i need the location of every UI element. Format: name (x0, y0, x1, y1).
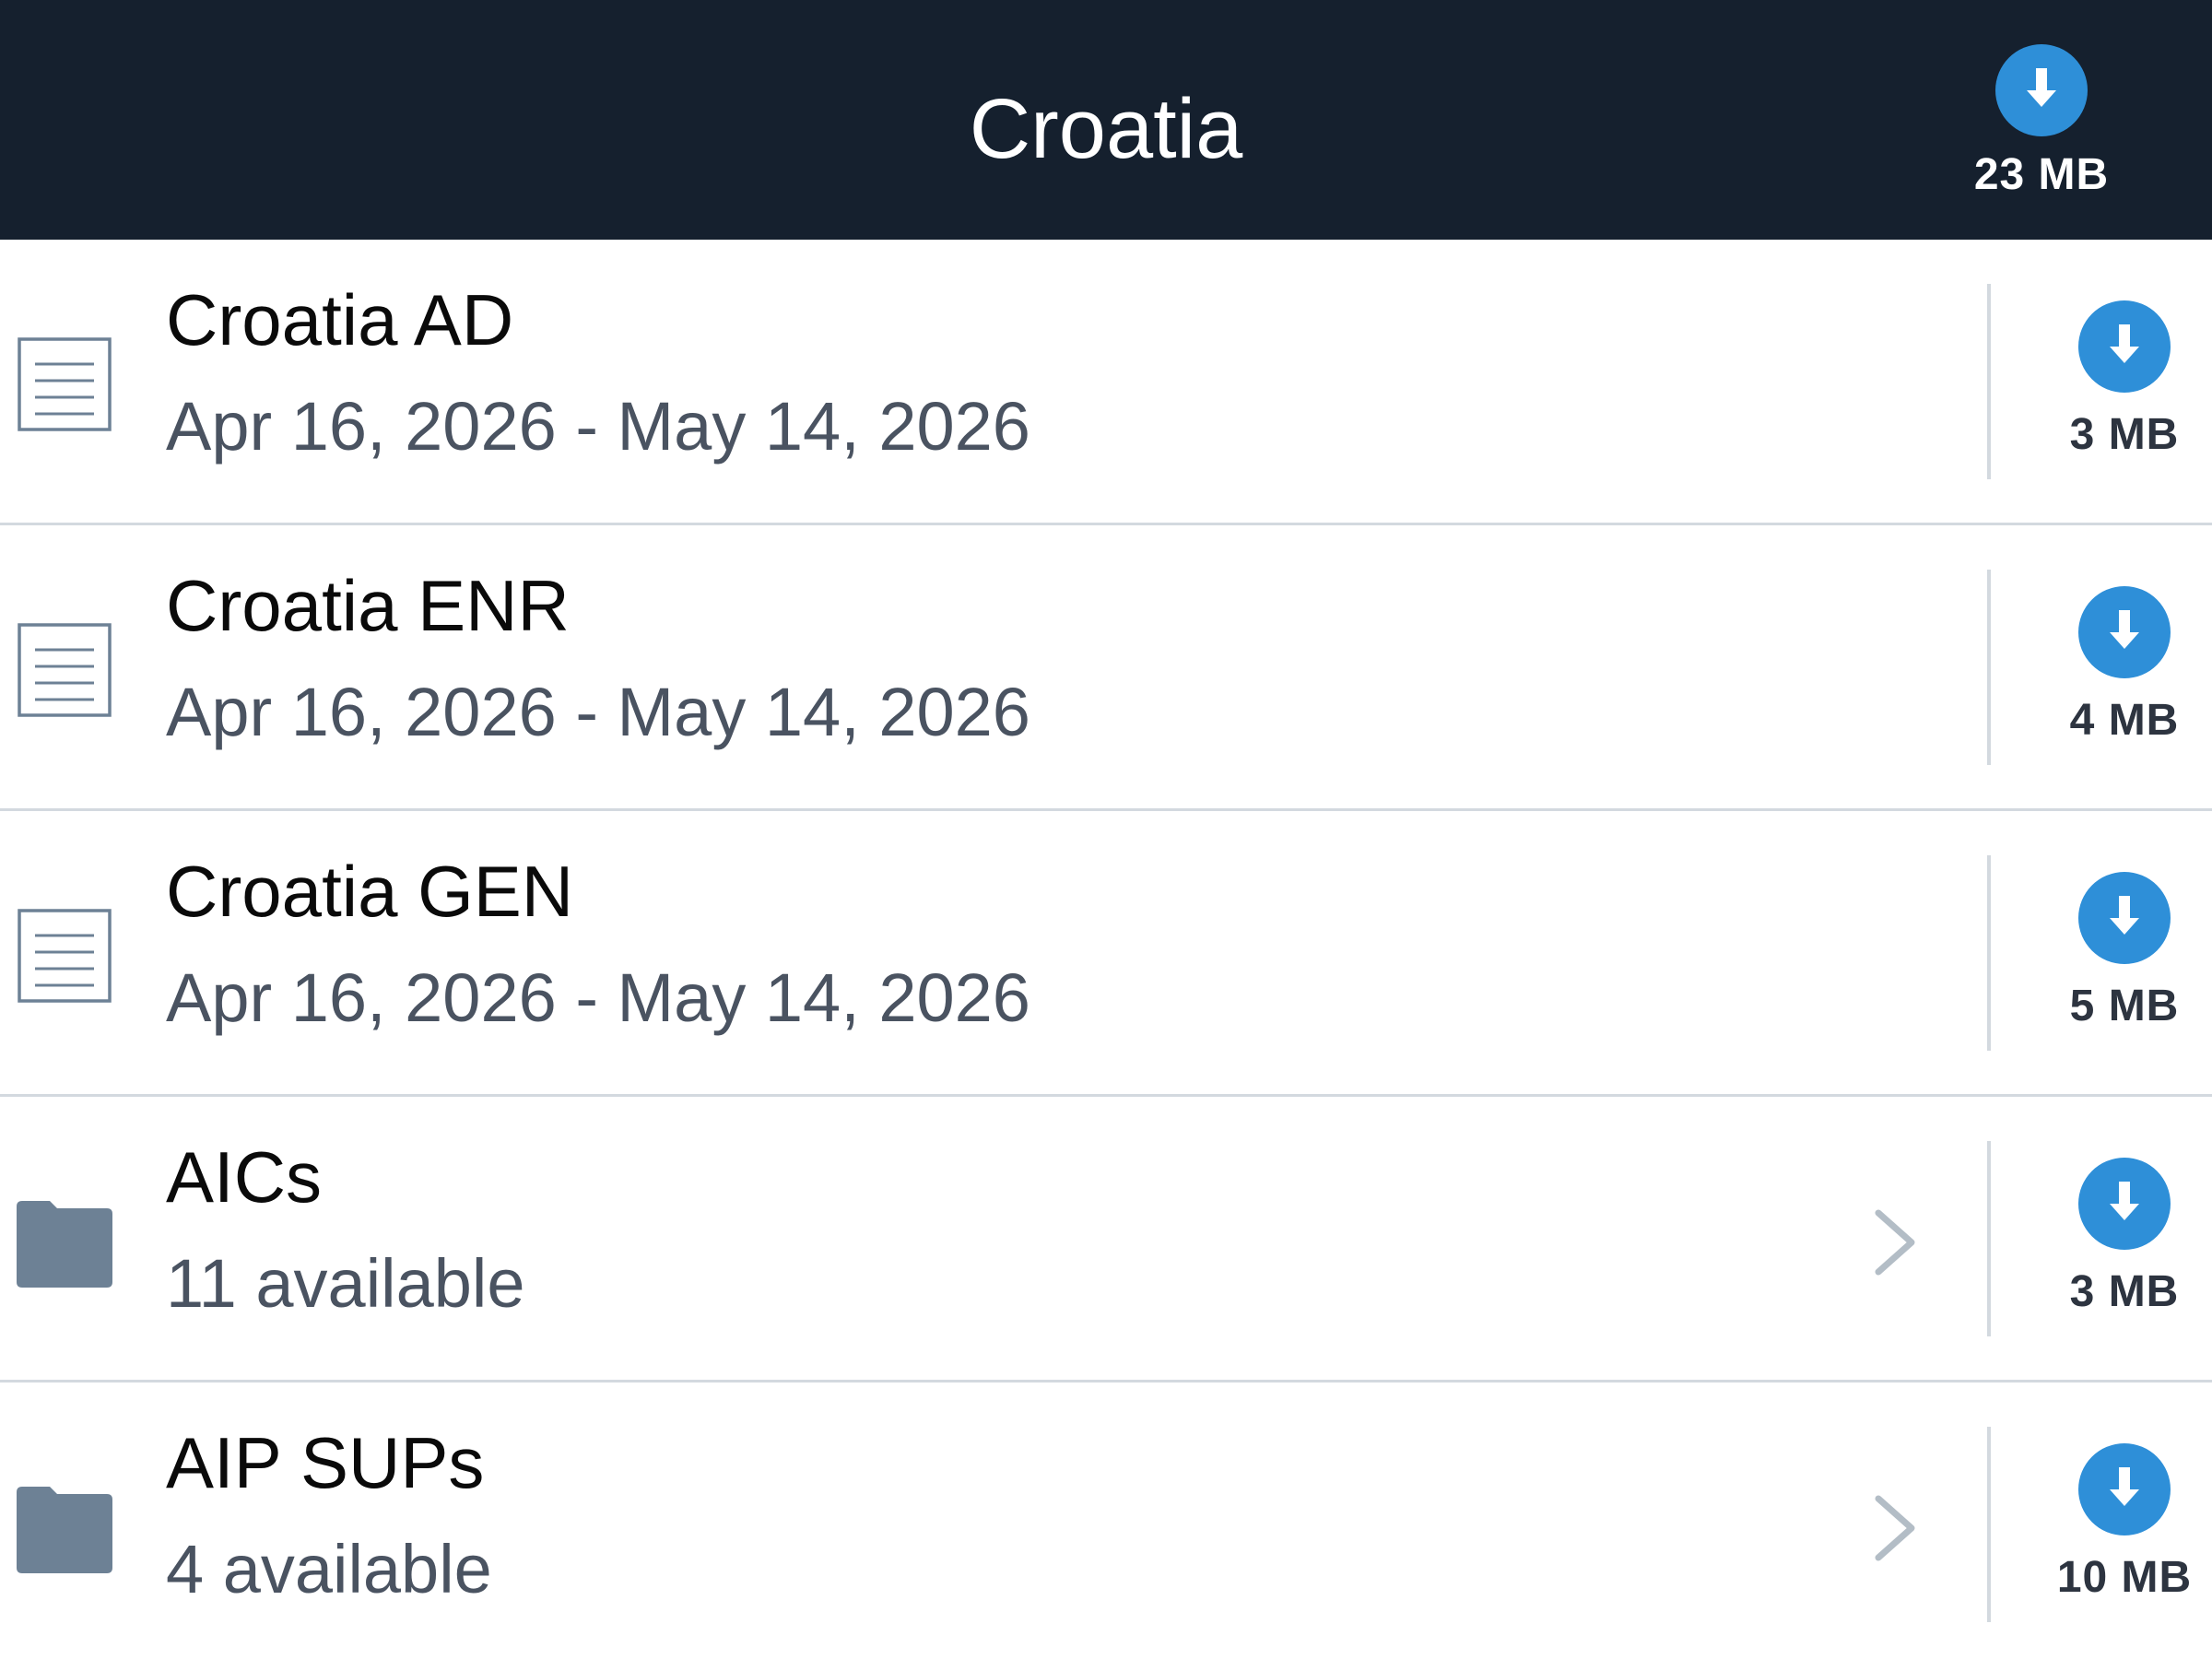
item-subtitle: 11 available (166, 1245, 525, 1322)
download-button[interactable]: 4 MB (2023, 586, 2212, 746)
page-title: Croatia (969, 82, 1243, 176)
document-icon (17, 622, 112, 718)
download-button[interactable]: 3 MB (2023, 300, 2212, 460)
download-all-size: 23 MB (1973, 150, 2110, 199)
item-title: AIP SUPs (166, 1422, 485, 1503)
chevron-right-icon (1871, 1491, 1919, 1565)
list-item-aip-sups[interactable]: AIP SUPs 4 available 10 MB (0, 1382, 2212, 1659)
item-subtitle: Apr 16, 2026 - May 14, 2026 (166, 959, 1030, 1036)
download-size: 3 MB (2069, 1267, 2180, 1316)
list-item-aics[interactable]: AICs 11 available 3 MB (0, 1097, 2212, 1382)
download-arrow-icon (1995, 44, 2088, 136)
row-divider (1987, 855, 1991, 1051)
list-item-croatia-gen[interactable]: Croatia GEN Apr 16, 2026 - May 14, 2026 … (0, 811, 2212, 1097)
row-divider (1987, 1427, 1991, 1622)
download-size: 5 MB (2069, 982, 2180, 1030)
folder-icon (17, 1194, 112, 1289)
download-size: 3 MB (2069, 410, 2180, 459)
download-button[interactable]: 5 MB (2023, 872, 2212, 1031)
row-divider (1987, 570, 1991, 765)
item-subtitle: Apr 16, 2026 - May 14, 2026 (166, 674, 1030, 750)
item-subtitle: Apr 16, 2026 - May 14, 2026 (166, 388, 1030, 465)
document-list: Croatia AD Apr 16, 2026 - May 14, 2026 3… (0, 240, 2212, 1659)
item-title: Croatia AD (166, 279, 514, 360)
item-subtitle: 4 available (166, 1531, 492, 1607)
row-divider (1987, 1141, 1991, 1336)
download-button[interactable]: 10 MB (2023, 1443, 2212, 1603)
document-icon (17, 908, 112, 1004)
chevron-right-icon (1871, 1206, 1919, 1279)
item-title: Croatia ENR (166, 565, 570, 646)
folder-icon (17, 1479, 112, 1575)
download-arrow-icon (2078, 872, 2171, 964)
app-root: Croatia 23 MB Croatia AD Apr 16, 2026 - … (0, 0, 2212, 1659)
document-icon (17, 336, 112, 432)
header-bar: Croatia 23 MB (0, 0, 2212, 240)
download-arrow-icon (2078, 1443, 2171, 1535)
download-arrow-icon (2078, 586, 2171, 678)
download-arrow-icon (2078, 300, 2171, 393)
download-button[interactable]: 3 MB (2023, 1158, 2212, 1317)
row-divider (1987, 284, 1991, 479)
list-item-croatia-enr[interactable]: Croatia ENR Apr 16, 2026 - May 14, 2026 … (0, 525, 2212, 811)
download-arrow-icon (2078, 1158, 2171, 1250)
item-title: AICs (166, 1136, 323, 1218)
item-title: Croatia GEN (166, 851, 574, 932)
list-item-croatia-ad[interactable]: Croatia AD Apr 16, 2026 - May 14, 2026 3… (0, 240, 2212, 525)
download-all-button[interactable]: 23 MB (1959, 44, 2124, 200)
download-size: 10 MB (2056, 1553, 2193, 1602)
download-size: 4 MB (2069, 696, 2180, 745)
